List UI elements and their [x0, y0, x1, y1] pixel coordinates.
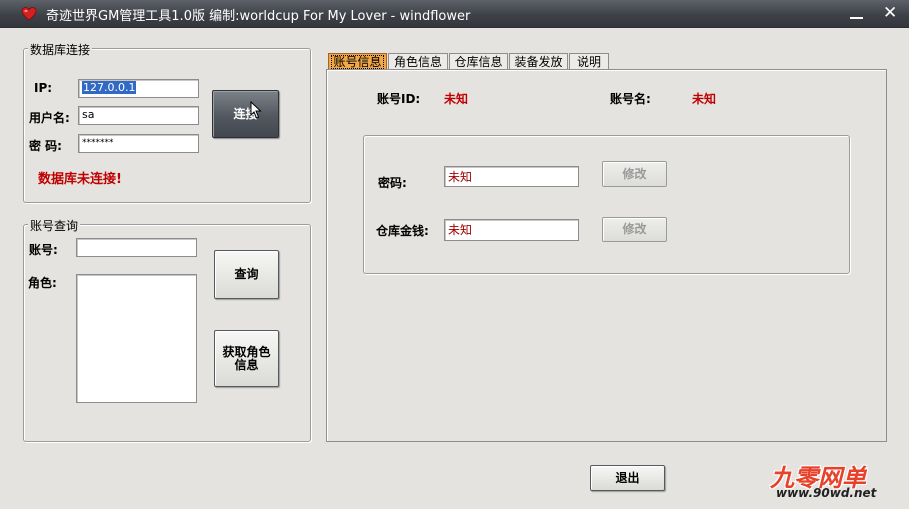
- tab-account-info[interactable]: 账号信息: [328, 53, 387, 69]
- app-window: 奇迹世界GM管理工具1.0版 编制:worldcup For My Lover …: [0, 0, 909, 509]
- password-input[interactable]: *******: [78, 134, 199, 153]
- exit-button[interactable]: 退出: [590, 465, 665, 491]
- get-role-info-button[interactable]: 获取角色信息: [214, 330, 279, 387]
- warehouse-money-label: 仓库金钱:: [376, 224, 429, 238]
- account-edit-group: [363, 135, 850, 274]
- close-icon: ✕: [883, 3, 898, 23]
- account-name-label: 账号名:: [610, 92, 651, 106]
- heart-icon: [21, 7, 37, 21]
- ip-input[interactable]: 127.0.0.1: [78, 79, 199, 98]
- account-id-value: 未知: [444, 92, 469, 106]
- modify-money-button[interactable]: 修改: [602, 217, 667, 242]
- account-query-legend: 账号查询: [28, 217, 81, 234]
- account-id-label: 账号ID:: [377, 92, 421, 106]
- account-label: 账号:: [29, 243, 58, 257]
- ip-label: IP:: [34, 81, 53, 95]
- user-input[interactable]: sa: [78, 106, 199, 125]
- tab-warehouse-info[interactable]: 仓库信息: [449, 53, 508, 69]
- account-password-input[interactable]: 未知: [444, 166, 579, 187]
- query-button[interactable]: 查询: [214, 250, 279, 299]
- mouse-cursor-icon: [250, 101, 262, 119]
- role-label: 角色:: [28, 276, 57, 290]
- db-connection-legend: 数据库连接: [28, 41, 93, 58]
- password-label: 密 码:: [29, 139, 62, 153]
- tab-account-info-label: 账号信息: [331, 54, 384, 69]
- close-button[interactable]: ✕: [880, 3, 904, 24]
- window-title: 奇迹世界GM管理工具1.0版 编制:worldcup For My Lover …: [46, 9, 471, 24]
- ip-value: 127.0.0.1: [82, 81, 137, 94]
- user-label: 用户名:: [29, 111, 70, 125]
- account-input[interactable]: [76, 238, 197, 257]
- connect-button[interactable]: 连接: [212, 90, 279, 138]
- watermark-url: www.90wd.net: [776, 486, 877, 500]
- tab-role-info[interactable]: 角色信息: [388, 53, 448, 69]
- db-status-text: 数据库未连接!: [38, 172, 122, 187]
- account-password-label: 密码:: [378, 176, 407, 190]
- title-bar[interactable]: 奇迹世界GM管理工具1.0版 编制:worldcup For My Lover …: [0, 0, 909, 28]
- warehouse-money-input[interactable]: 未知: [444, 219, 579, 241]
- minimize-icon: [850, 17, 863, 19]
- tab-instructions[interactable]: 说明: [569, 53, 609, 69]
- role-listbox[interactable]: [76, 274, 197, 403]
- account-name-value: 未知: [692, 92, 717, 106]
- tab-equipment-issue[interactable]: 装备发放: [509, 53, 568, 69]
- modify-password-button[interactable]: 修改: [602, 161, 667, 187]
- minimize-button[interactable]: [845, 3, 869, 24]
